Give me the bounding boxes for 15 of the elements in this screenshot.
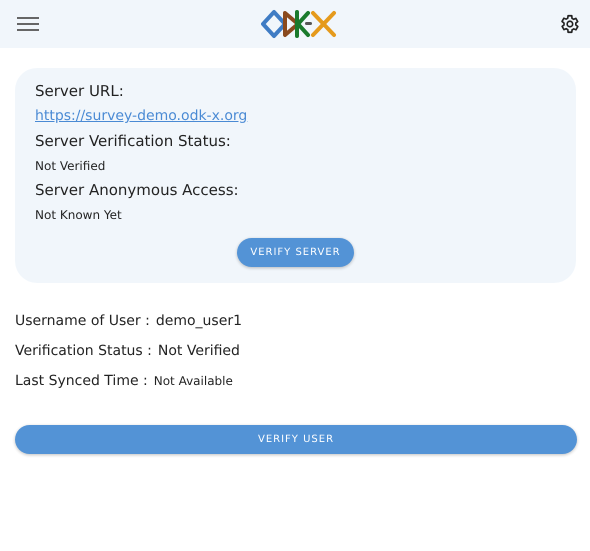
info-label: Last Synced Time : (15, 373, 148, 389)
menu-icon[interactable] (16, 15, 40, 33)
field-label: Server Anonymous Access: (35, 181, 240, 199)
info-value: Not Available (154, 374, 233, 388)
server-url-link[interactable]: https://survey-demo.odk-x.org (35, 108, 248, 124)
field-value: Not Known Yet (35, 208, 123, 222)
info-label: Verification Status : (15, 343, 152, 359)
field-label: Server URL: (35, 82, 125, 100)
field-value: Not Verified (35, 159, 106, 173)
verify-user-button[interactable]: VERIFY USER (15, 425, 577, 454)
info-value: demo_user1 (156, 313, 242, 329)
field-label: Server Verification Status: (35, 132, 232, 150)
info-label: Username of User : (15, 313, 150, 329)
info-value: Not Verified (158, 343, 240, 359)
verify-server-button[interactable]: VERIFY SERVER (237, 238, 354, 267)
